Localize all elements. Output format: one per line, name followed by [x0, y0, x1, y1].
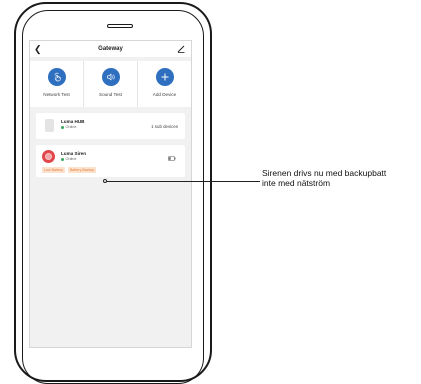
online-dot-icon: [61, 157, 64, 161]
add-device-label: Add Device: [152, 92, 177, 97]
callout-marker: [103, 179, 107, 183]
top-bar: ❮ Gateway: [30, 41, 191, 57]
network-test-label: Network Test: [43, 92, 70, 97]
sound-test-label: Sound Test: [99, 92, 122, 97]
page-title: Gateway: [98, 46, 123, 52]
speaker-icon: [101, 68, 120, 86]
device-status: Online: [61, 157, 76, 161]
app-screen: ❮ Gateway Network Test Sound Test Add De…: [29, 40, 192, 348]
online-dot-icon: [61, 125, 64, 129]
battery-icon: [168, 156, 176, 161]
quick-actions: Network Test Sound Test Add Device: [30, 61, 191, 107]
callout-line: [104, 181, 260, 182]
device-name: Luma HUB: [61, 119, 85, 124]
phone-speaker: [107, 24, 133, 28]
callout-line-1: Sirenen drivs nu med backupbatt: [262, 168, 387, 178]
hand-tap-icon: [47, 68, 66, 86]
hub-device-icon: [45, 119, 54, 132]
network-test-button[interactable]: Network Test: [30, 61, 84, 107]
callout-line-2: inte med nätström: [262, 178, 331, 188]
sub-devices-count: 1 sub devices: [151, 124, 178, 129]
add-device-button[interactable]: Add Device: [138, 61, 191, 107]
device-status: Online: [61, 125, 76, 129]
callout-annotation: Sirenen drivs nu med backupbatt inte med…: [262, 168, 386, 188]
low-battery-tag: Low Battery: [42, 167, 65, 173]
plus-icon: [155, 68, 174, 86]
device-card-siren[interactable]: Luma Siren Online Low Battery Battery Ba…: [36, 145, 185, 177]
edit-icon[interactable]: [177, 45, 185, 53]
siren-device-icon: [42, 150, 55, 163]
battery-backup-tag: Battery Backup: [68, 167, 97, 173]
device-status-text: Online: [65, 125, 77, 129]
device-status-text: Online: [65, 157, 77, 161]
sound-test-button[interactable]: Sound Test: [84, 61, 138, 107]
device-name: Luma Siren: [61, 151, 87, 156]
device-card-hub[interactable]: Luma HUB Online 1 sub devices: [36, 113, 185, 139]
back-button[interactable]: ❮: [34, 43, 42, 55]
